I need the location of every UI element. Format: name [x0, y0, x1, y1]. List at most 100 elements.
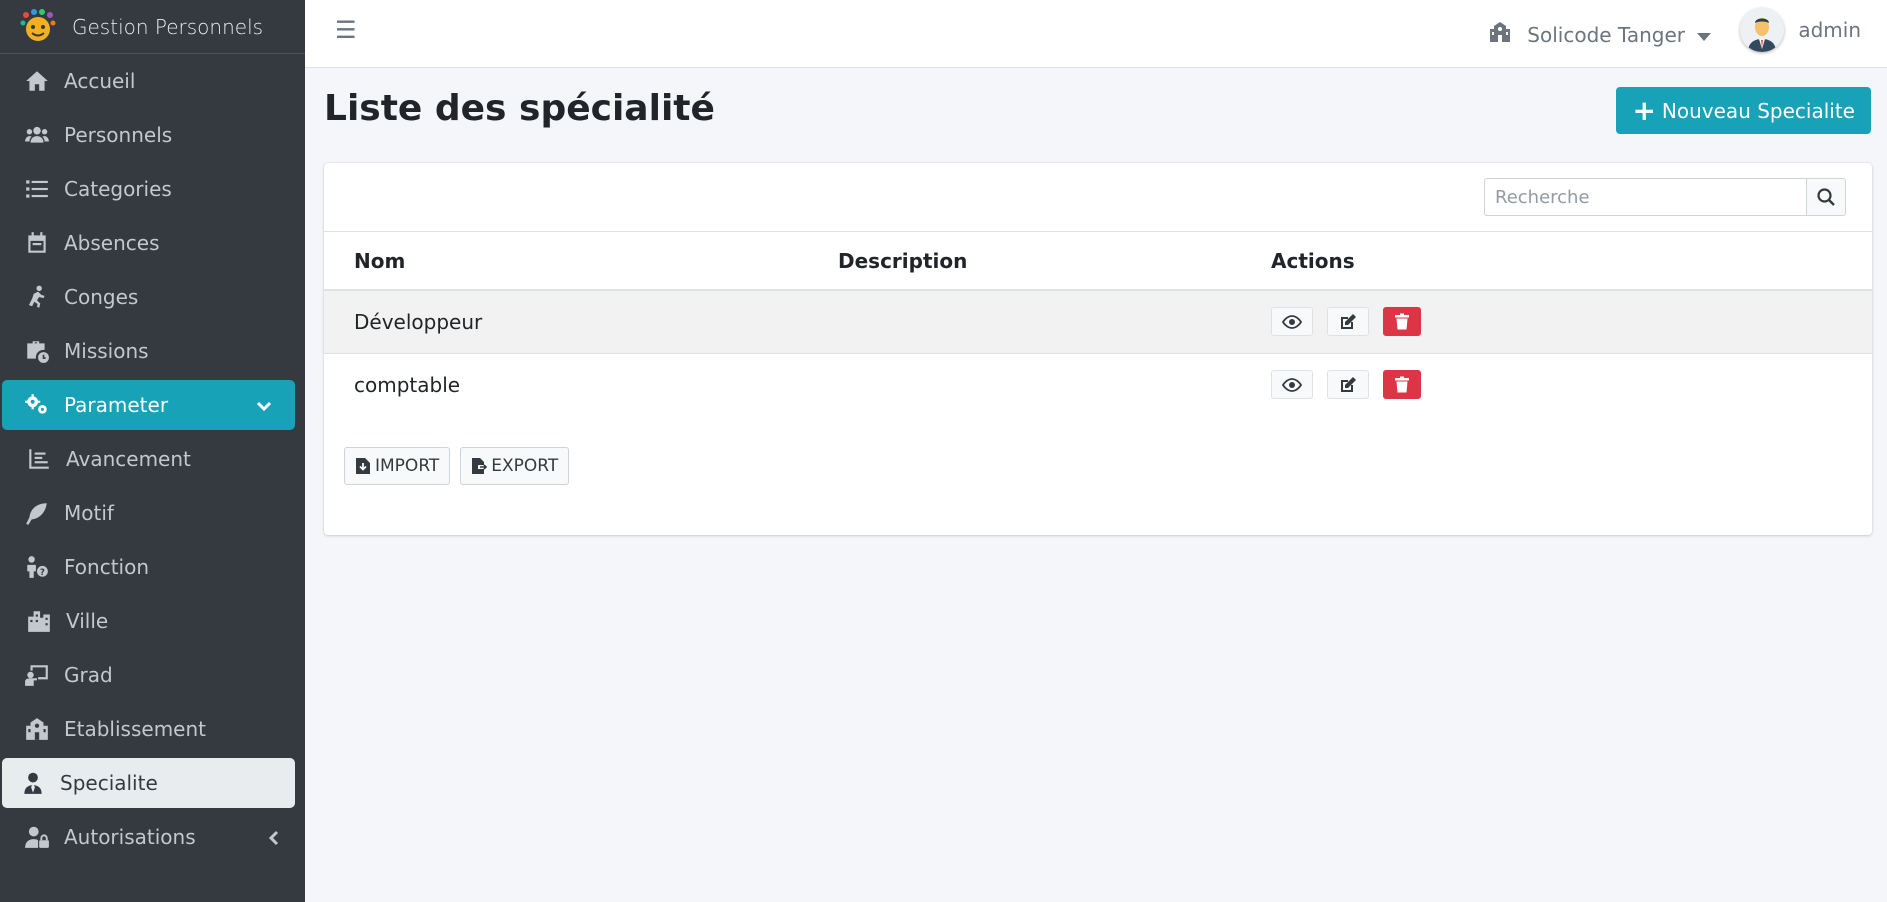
- brand-name: Gestion Personnels: [72, 14, 264, 39]
- cell-nom: comptable: [354, 372, 461, 397]
- sidebar-item-label: Conges: [64, 285, 139, 309]
- cell-description: [808, 290, 1241, 354]
- row-actions: [1271, 370, 1872, 400]
- trash-icon: [1395, 376, 1409, 393]
- briefcase-clock-icon: [22, 338, 52, 364]
- sidebar-item-label: Fonction: [64, 555, 150, 579]
- sidebar-item-avancement[interactable]: Avancement: [0, 432, 305, 486]
- sidebar-item-missions[interactable]: Missions: [0, 324, 305, 378]
- sidebar-item-autorisations[interactable]: Autorisations: [0, 810, 305, 864]
- sidebar: Gestion Personnels Accueil Personnels Ca…: [0, 0, 305, 902]
- company-name: Solicode Tanger: [1527, 22, 1685, 47]
- new-specialite-label: Nouveau Specialite: [1661, 98, 1855, 123]
- sidebar-item-grad[interactable]: Grad: [0, 648, 305, 702]
- sidebar-item-motif[interactable]: Motif: [0, 486, 305, 540]
- sidebar-item-label: Missions: [64, 339, 149, 363]
- search-input[interactable]: [1484, 178, 1806, 216]
- hamburger-icon[interactable]: ☰: [335, 16, 357, 44]
- edit-button[interactable]: [1327, 370, 1369, 400]
- sidebar-item-label: Motif: [64, 501, 114, 525]
- chart-line-icon: [24, 446, 54, 472]
- edit-icon: [1341, 313, 1356, 329]
- sidebar-item-label: Categories: [64, 177, 172, 201]
- home-icon: [22, 68, 52, 94]
- eye-icon: [1282, 377, 1302, 392]
- sidebar-item-label: Etablissement: [64, 717, 206, 741]
- sidebar-item-etablissement[interactable]: Etablissement: [0, 702, 305, 756]
- sidebar-item-absences[interactable]: Absences: [0, 216, 305, 270]
- card-header: [324, 163, 1872, 232]
- cell-description: [808, 353, 1241, 416]
- export-button[interactable]: EXPORT: [460, 447, 570, 485]
- search-button[interactable]: [1806, 178, 1846, 216]
- search-icon: [1817, 188, 1835, 206]
- delete-button[interactable]: [1383, 370, 1421, 400]
- import-label: IMPORT: [375, 456, 440, 476]
- view-button[interactable]: [1271, 370, 1313, 400]
- sidebar-item-conges[interactable]: Conges: [0, 270, 305, 324]
- file-export-icon: [472, 458, 488, 474]
- sidebar-item-accueil[interactable]: Accueil: [0, 54, 305, 108]
- sidebar-item-personnels[interactable]: Personnels: [0, 108, 305, 162]
- chalkboard-teacher-icon: [22, 662, 52, 688]
- user-tie-icon: [18, 770, 48, 796]
- edit-icon: [1341, 376, 1356, 392]
- column-header-nom: Nom: [324, 232, 808, 291]
- specialite-table: Nom Description Actions Développeur comp…: [324, 232, 1872, 416]
- sidebar-item-parameter[interactable]: Parameter: [2, 380, 295, 430]
- app-logo-icon: [18, 7, 58, 47]
- avatar: [1740, 8, 1785, 52]
- cell-actions: [1241, 353, 1872, 416]
- user-lock-icon: [22, 824, 52, 850]
- chevron-down-icon: [255, 396, 273, 414]
- sidebar-item-label: Specialite: [60, 771, 158, 795]
- svg-text:?: ?: [40, 568, 45, 578]
- search-group: [1484, 178, 1846, 216]
- list-icon: [22, 176, 52, 202]
- table-row: Développeur: [324, 290, 1872, 354]
- sidebar-item-label: Absences: [64, 231, 160, 255]
- sidebar-item-fonction[interactable]: ? Fonction: [0, 540, 305, 594]
- cell-nom: Développeur: [324, 290, 808, 354]
- import-button[interactable]: IMPORT: [344, 447, 451, 485]
- user-name: admin: [1798, 18, 1861, 42]
- company-selector[interactable]: Solicode Tanger: [1487, 20, 1711, 49]
- user-question-icon: ?: [22, 554, 52, 580]
- export-label: EXPORT: [491, 456, 559, 476]
- top-navbar: ☰ Solicode Tanger admin: [305, 0, 1887, 68]
- feather-icon: [22, 500, 52, 526]
- cogs-icon: [22, 392, 52, 418]
- sidebar-item-categories[interactable]: Categories: [0, 162, 305, 216]
- sidebar-item-label: Personnels: [64, 123, 173, 147]
- city-icon: [24, 608, 54, 634]
- table-row: comptable: [324, 353, 1872, 416]
- table-header-row: Nom Description Actions: [324, 232, 1872, 291]
- sidebar-nav: Accueil Personnels Categories Absences C…: [0, 54, 305, 864]
- new-specialite-button[interactable]: + Nouveau Specialite: [1616, 87, 1871, 134]
- school-icon: [22, 716, 52, 742]
- caret-down-icon: [1697, 32, 1711, 41]
- import-export-group: IMPORT EXPORT: [344, 447, 579, 485]
- sidebar-item-label: Accueil: [64, 69, 136, 93]
- users-icon: [22, 122, 52, 148]
- eye-icon: [1282, 314, 1302, 329]
- sidebar-item-specialite[interactable]: Specialite: [2, 758, 295, 808]
- sidebar-item-ville[interactable]: Ville: [0, 594, 305, 648]
- row-actions: [1271, 307, 1872, 337]
- building-icon: [1487, 20, 1527, 49]
- view-button[interactable]: [1271, 307, 1313, 337]
- delete-button[interactable]: [1383, 307, 1421, 337]
- sidebar-item-label: Ville: [66, 609, 109, 633]
- sidebar-item-label: Avancement: [66, 447, 191, 471]
- user-menu[interactable]: admin: [1740, 8, 1861, 52]
- calendar-icon: [22, 230, 52, 256]
- sidebar-item-label: Autorisations: [64, 825, 196, 849]
- edit-button[interactable]: [1327, 307, 1369, 337]
- trash-icon: [1395, 313, 1409, 330]
- column-header-description: Description: [808, 232, 1241, 291]
- brand[interactable]: Gestion Personnels: [0, 0, 305, 54]
- page-title: Liste des spécialité: [324, 88, 715, 129]
- sidebar-item-label: Grad: [64, 663, 113, 687]
- file-import-icon: [356, 458, 370, 474]
- cell-actions: [1241, 290, 1872, 354]
